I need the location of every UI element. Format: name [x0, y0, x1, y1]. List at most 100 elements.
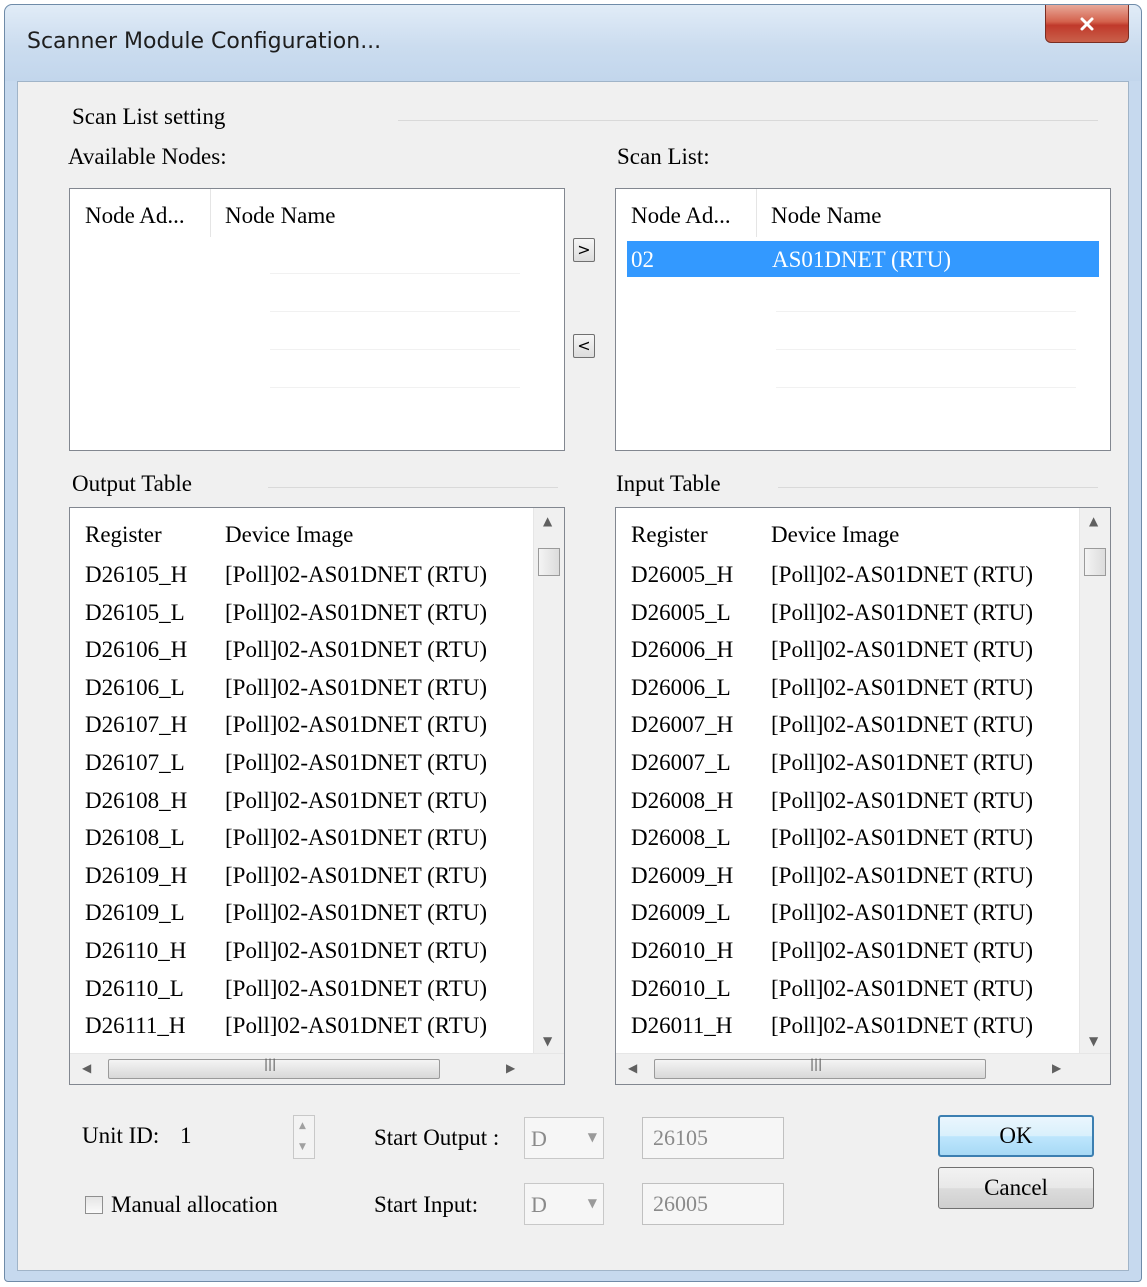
input-table-label: Input Table [616, 471, 721, 496]
remove-from-scan-list-button[interactable]: < [573, 334, 595, 358]
start-output-device-value: D [531, 1126, 547, 1151]
scroll-thumb[interactable] [538, 548, 560, 576]
device-image-cell: [Poll]02-AS01DNET (RTU) [225, 674, 488, 700]
device-image-cell: [Poll]02-AS01DNET (RTU) [771, 599, 1034, 625]
manual-allocation-label[interactable]: Manual allocation [111, 1192, 278, 1218]
register-cell: D26009_H [631, 862, 734, 888]
device-image-cell: [Poll]02-AS01DNET (RTU) [771, 787, 1034, 813]
column-separator [756, 189, 757, 237]
scroll-thumb[interactable] [1084, 548, 1106, 576]
register-cell: D26111_H [85, 1013, 186, 1039]
register-cell: D26107_H [85, 712, 188, 738]
spin-down-arrow-icon[interactable]: ▼ [299, 1142, 306, 1152]
input-vertical-scrollbar[interactable]: ▲ ▼ [1079, 508, 1110, 1054]
column-separator [210, 189, 211, 237]
device-image-cell: [Poll]02-AS01DNET (RTU) [771, 862, 1034, 888]
column-header-register[interactable]: Register [85, 522, 162, 548]
column-header-node-address[interactable]: Node Ad... [631, 203, 731, 229]
close-button[interactable] [1045, 5, 1129, 43]
register-cell: D26107_L [85, 750, 185, 775]
scroll-up-arrow-icon[interactable]: ▲ [1089, 514, 1098, 528]
dropdown-arrow-icon: ▼ [587, 1130, 597, 1144]
column-header-node-name[interactable]: Node Name [225, 203, 336, 229]
manual-allocation-checkbox[interactable] [85, 1196, 103, 1214]
group-divider [268, 487, 558, 488]
device-image-cell: [Poll]02-AS01DNET (RTU) [225, 787, 488, 813]
scroll-left-arrow-icon[interactable]: ◀ [628, 1061, 637, 1075]
start-output-device-select[interactable]: D ▼ [524, 1117, 604, 1159]
dialog-client-area: Scan List setting Available Nodes: Scan … [17, 81, 1129, 1271]
input-horizontal-scrollbar[interactable]: ◀ ||| ▶ [616, 1053, 1110, 1084]
device-image-cell: [Poll]02-AS01DNET (RTU) [771, 1013, 1034, 1039]
scan-list-row-selected[interactable]: 02 AS01DNET (RTU) [627, 241, 1099, 277]
group-divider [398, 120, 1098, 121]
register-cell: D26105_H [85, 562, 188, 587]
scroll-right-arrow-icon[interactable]: ▶ [1052, 1061, 1061, 1075]
column-header-node-name[interactable]: Node Name [771, 203, 882, 229]
available-nodes-label: Available Nodes: [68, 144, 227, 169]
device-image-cell: [Poll]02-AS01DNET (RTU) [771, 975, 1034, 1001]
output-table[interactable]: Register Device Image D26105_H [Poll]02-A… [69, 507, 565, 1085]
title-bar[interactable]: Scanner Module Configuration... [5, 5, 1141, 81]
input-table[interactable]: Register Device Image D26005_H [Poll]02-A… [615, 507, 1111, 1085]
scroll-down-arrow-icon[interactable]: ▼ [1089, 1034, 1098, 1048]
column-header-device-image[interactable]: Device Image [225, 522, 353, 548]
device-image-cell: [Poll]02-AS01DNET (RTU) [225, 862, 488, 888]
available-nodes-header: Node Ad... Node Name [70, 189, 564, 237]
register-cell: D26008_L [631, 825, 731, 851]
device-image-cell: [Poll]02-AS01DNET (RTU) [225, 900, 488, 926]
register-cell: D26008_H [631, 787, 734, 813]
column-header-register[interactable]: Register [631, 522, 708, 548]
register-cell: D26006_L [631, 674, 731, 700]
spin-up-arrow-icon[interactable]: ▲ [299, 1121, 306, 1131]
start-input-address-field[interactable]: 26005 [642, 1183, 784, 1225]
scroll-right-arrow-icon[interactable]: ▶ [506, 1061, 515, 1075]
row-gridline [270, 387, 520, 388]
device-image-cell: [Poll]02-AS01DNET (RTU) [225, 637, 488, 663]
row-gridline [270, 349, 520, 350]
cancel-button[interactable]: Cancel [938, 1167, 1094, 1209]
register-cell: D26010_H [631, 938, 734, 963]
device-image-cell: [Poll]02-AS01DNET (RTU) [771, 750, 1034, 775]
start-input-label: Start Input: [374, 1192, 479, 1217]
output-table-header: Register Device Image [70, 508, 534, 556]
row-gridline [270, 273, 520, 274]
scroll-down-arrow-icon[interactable]: ▼ [543, 1034, 552, 1048]
scroll-left-arrow-icon[interactable]: ◀ [82, 1061, 91, 1075]
scroll-grip-icon: ||| [264, 1057, 277, 1071]
register-cell: D26005_L [631, 599, 731, 625]
register-cell: D26106_L [85, 674, 185, 700]
device-image-cell: [Poll]02-AS01DNET (RTU) [771, 562, 1034, 587]
register-cell: D26105_L [85, 599, 185, 625]
scan-list[interactable]: Node Ad... Node Name 02 AS01DNET (RTU) [615, 188, 1111, 451]
output-vertical-scrollbar[interactable]: ▲ ▼ [533, 508, 564, 1054]
add-to-scan-list-button[interactable]: > [573, 238, 595, 262]
device-image-cell: [Poll]02-AS01DNET (RTU) [225, 712, 488, 738]
column-header-device-image[interactable]: Device Image [771, 522, 899, 548]
device-image-cell: [Poll]02-AS01DNET (RTU) [225, 1013, 488, 1039]
start-output-address-field[interactable]: 26105 [642, 1117, 784, 1159]
scroll-up-arrow-icon[interactable]: ▲ [543, 514, 552, 528]
register-cell: D26109_H [85, 862, 188, 888]
column-header-node-address[interactable]: Node Ad... [85, 203, 185, 229]
register-cell: D26010_L [631, 975, 731, 1001]
scan-list-setting-group-label: Scan List setting [72, 104, 226, 129]
device-image-cell: [Poll]02-AS01DNET (RTU) [225, 562, 488, 587]
output-horizontal-scrollbar[interactable]: ◀ ||| ▶ [70, 1053, 564, 1084]
register-cell: D26108_L [85, 825, 185, 851]
scan-list-label: Scan List: [617, 144, 710, 169]
unit-id-spinner[interactable]: ▲ ▼ [293, 1115, 315, 1159]
unit-id-input[interactable]: 1 [180, 1123, 192, 1149]
register-cell: D26106_H [85, 637, 188, 663]
window-title: Scanner Module Configuration... [27, 29, 382, 54]
ok-button[interactable]: OK [938, 1115, 1094, 1157]
device-image-cell: [Poll]02-AS01DNET (RTU) [225, 938, 488, 963]
start-input-device-select[interactable]: D ▼ [524, 1183, 604, 1225]
available-nodes-list[interactable]: Node Ad... Node Name [69, 188, 565, 451]
row-gridline [776, 349, 1076, 350]
unit-id-label: Unit ID: [82, 1123, 160, 1148]
device-image-cell: [Poll]02-AS01DNET (RTU) [771, 825, 1034, 851]
output-table-label: Output Table [72, 471, 192, 496]
register-cell: D26110_L [85, 975, 184, 1001]
row-gridline [776, 311, 1076, 312]
